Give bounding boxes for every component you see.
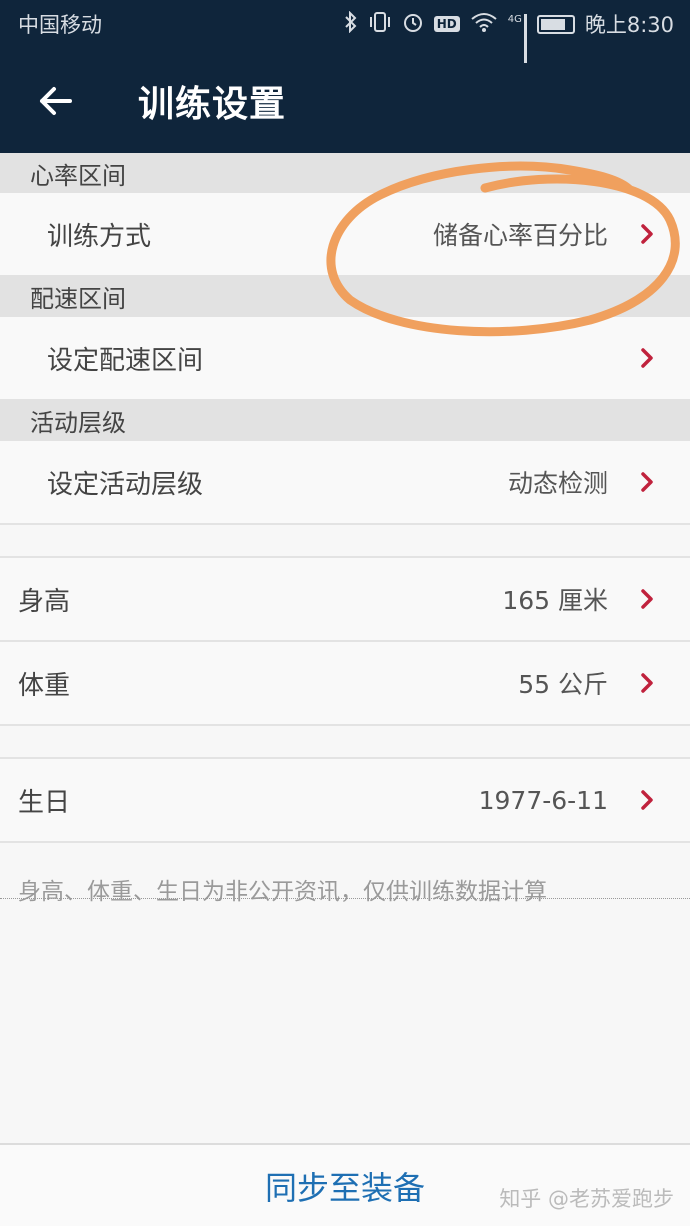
- row-label: 设定配速区间: [47, 345, 204, 376]
- page-title: 训练设置: [138, 83, 287, 125]
- carrier-name: 中国移动: [18, 13, 102, 37]
- status-bar: 中国移动 HD 4G 晚上8:30: [0, 0, 690, 63]
- hd-icon: HD: [433, 16, 460, 32]
- divider: [0, 724, 690, 726]
- section-title: 心率区间: [30, 161, 126, 190]
- height-row[interactable]: 身高 165 厘米: [0, 558, 690, 640]
- row-label: 身高: [18, 586, 71, 617]
- chevron-right-icon: [632, 668, 662, 698]
- title-bar: 训练设置: [0, 48, 690, 153]
- divider: [0, 841, 690, 843]
- section-header-heart-rate: 心率区间: [0, 153, 690, 193]
- row-label: 生日: [18, 787, 71, 818]
- divider: [0, 523, 690, 525]
- status-icons: HD 4G 晚上8:30: [344, 9, 674, 63]
- network-type: 4G: [507, 14, 522, 25]
- back-button[interactable]: [0, 48, 110, 153]
- birthday-row[interactable]: 生日 1977-6-11: [0, 759, 690, 841]
- section-header-pace: 配速区间: [0, 275, 690, 317]
- chevron-right-icon: [632, 584, 662, 614]
- dotted-divider: [0, 898, 690, 899]
- weight-row[interactable]: 体重 55 公斤: [0, 642, 690, 724]
- chevron-right-icon: [632, 467, 662, 497]
- clock-time: 晚上8:30: [584, 13, 674, 37]
- alarm-icon: [402, 11, 424, 38]
- top-bar: 中国移动 HD 4G 晚上8:30 训练设置: [0, 0, 690, 153]
- row-label: 训练方式: [47, 221, 152, 252]
- row-value: 1977-6-11: [478, 785, 608, 815]
- set-activity-level-row[interactable]: 设定活动层级 动态检测: [0, 441, 690, 523]
- row-label: 体重: [18, 670, 71, 701]
- section-title: 配速区间: [30, 284, 126, 313]
- cellular-signal-icon: 4G: [507, 14, 527, 63]
- vibrate-icon: [368, 11, 392, 38]
- chevron-right-icon: [632, 343, 662, 373]
- bluetooth-icon: [344, 10, 358, 38]
- training-mode-row[interactable]: 训练方式 储备心率百分比: [0, 193, 690, 275]
- chevron-right-icon: [632, 219, 662, 249]
- chevron-right-icon: [632, 785, 662, 815]
- row-value: 165 厘米: [502, 586, 608, 615]
- battery-icon: [536, 14, 575, 34]
- set-pace-zone-row[interactable]: 设定配速区间: [0, 317, 690, 399]
- watermark: 知乎 @老苏爱跑步: [499, 1187, 674, 1211]
- row-value: 55 公斤: [518, 670, 608, 699]
- row-value: 动态检测: [507, 469, 608, 498]
- section-title: 活动层级: [30, 408, 126, 437]
- sync-to-device-button[interactable]: 同步至装备: [265, 1163, 425, 1209]
- row-value: 储备心率百分比: [432, 221, 608, 250]
- privacy-note: 身高、体重、生日为非公开资讯，仅供训练数据计算: [18, 879, 547, 905]
- back-arrow-icon: [40, 86, 72, 115]
- section-header-activity: 活动层级: [0, 399, 690, 441]
- row-label: 设定活动层级: [47, 469, 204, 500]
- wifi-icon: [470, 11, 498, 38]
